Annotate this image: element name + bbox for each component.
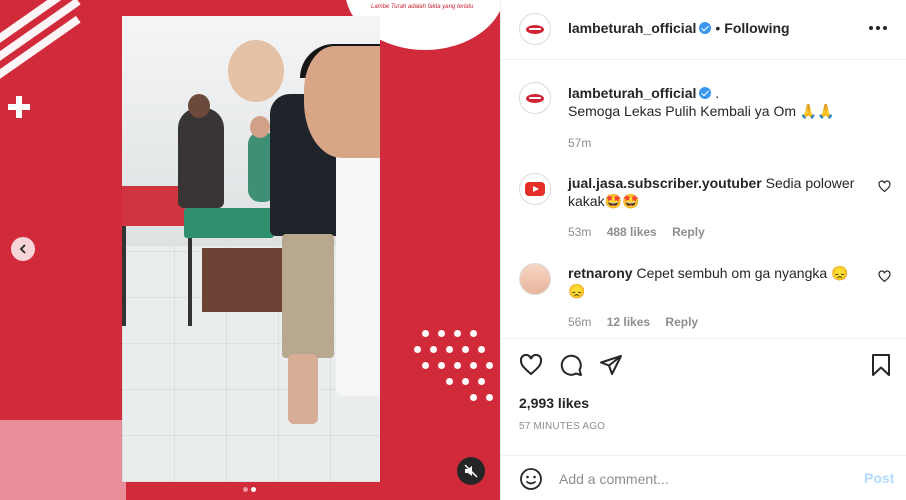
- header-username-link[interactable]: lambeturah_official: [568, 20, 696, 36]
- post-media: Lambe Turah adalah fakta yang terlalu: [0, 0, 500, 500]
- youtube-logo-icon: [525, 182, 545, 196]
- share-button[interactable]: [599, 353, 623, 377]
- emoji-icon[interactable]: [519, 467, 543, 491]
- video-frame[interactable]: [122, 16, 380, 482]
- caption-suffix: .: [715, 85, 720, 101]
- caption-avatar[interactable]: [519, 82, 551, 114]
- post-details-panel: lambeturah_official • Following lambeturah…: [500, 0, 906, 500]
- post-comment-button[interactable]: Post: [864, 470, 894, 486]
- commenter-username-link[interactable]: retnarony: [568, 265, 633, 281]
- comment-icon: [560, 354, 582, 376]
- decorative-stripes: [0, 0, 90, 92]
- like-comment-heart-icon[interactable]: [878, 270, 891, 283]
- save-button[interactable]: [869, 353, 893, 377]
- comment-time[interactable]: 53m: [568, 225, 591, 239]
- carousel-dot: [243, 487, 248, 492]
- commenter-username-link[interactable]: jual.jasa.subscriber.youtuber: [568, 175, 762, 191]
- comment-likes[interactable]: 488 likes: [607, 225, 657, 239]
- helper-man: [336, 126, 380, 396]
- lips-logo-icon: [526, 93, 544, 103]
- speaker-muted-icon: [464, 464, 478, 478]
- verified-badge-icon: [699, 22, 712, 34]
- verified-badge-icon: [699, 87, 712, 99]
- reply-button[interactable]: Reply: [665, 315, 698, 329]
- following-button[interactable]: Following: [724, 20, 789, 36]
- share-icon: [600, 355, 622, 375]
- blurred-block: [0, 420, 126, 500]
- like-comment-heart-icon[interactable]: [878, 180, 891, 193]
- reply-button[interactable]: Reply: [672, 225, 705, 239]
- more-options-icon[interactable]: [869, 20, 889, 36]
- comment-button[interactable]: [559, 353, 583, 377]
- seated-person: [178, 108, 224, 208]
- likes-count[interactable]: 2,993 likes: [519, 395, 589, 411]
- comment-likes[interactable]: 12 likes: [607, 315, 650, 329]
- plus-graphic: [8, 96, 30, 118]
- account-avatar[interactable]: [519, 13, 551, 45]
- caption-time[interactable]: 57m: [568, 136, 591, 150]
- separator: •: [715, 20, 721, 36]
- carousel-dot-active: [251, 487, 256, 492]
- logo-tagline: Lambe Turah adalah fakta yang terlalu: [371, 4, 474, 10]
- heart-icon: [519, 353, 543, 376]
- post-header: lambeturah_official • Following: [501, 0, 906, 60]
- mute-toggle-button[interactable]: [457, 457, 485, 485]
- bookmark-icon: [872, 354, 890, 376]
- dot-pattern: [412, 328, 500, 418]
- add-comment-bar: Post: [501, 455, 906, 500]
- commenter-avatar[interactable]: [519, 263, 551, 295]
- chevron-left-icon: [19, 244, 26, 254]
- comment-input[interactable]: [559, 468, 839, 490]
- post-actions: 2,993 likes 57 MINUTES AGO Post: [501, 338, 906, 500]
- caption-username-link[interactable]: lambeturah_official: [568, 85, 696, 101]
- comment-time[interactable]: 56m: [568, 315, 591, 329]
- caption-text: Semoga Lekas Pulih Kembali ya Om 🙏🙏: [568, 103, 835, 119]
- like-button[interactable]: [519, 353, 543, 377]
- comments-list[interactable]: lambeturah_official . Semoga Lekas Pulih…: [501, 60, 906, 338]
- post-timestamp[interactable]: 57 MINUTES AGO: [519, 421, 605, 432]
- commenter-avatar[interactable]: [519, 173, 551, 205]
- lips-logo-icon: [526, 24, 544, 34]
- carousel-indicator: [243, 479, 259, 497]
- previous-slide-button[interactable]: [11, 237, 35, 261]
- header-user: lambeturah_official • Following: [568, 20, 790, 36]
